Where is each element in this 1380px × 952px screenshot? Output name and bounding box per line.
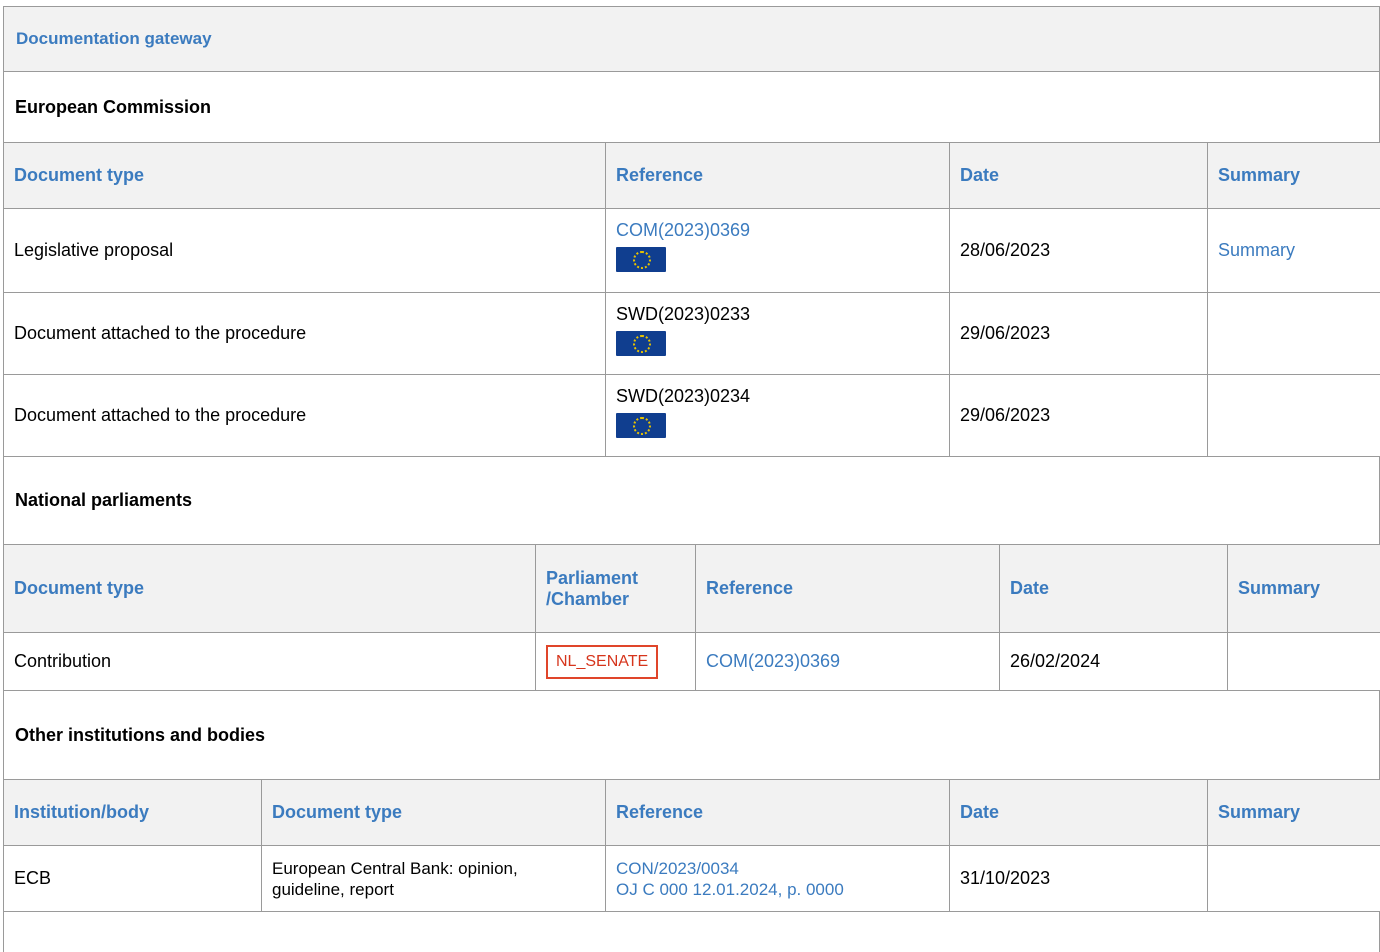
eu-flag-icon[interactable]: [616, 413, 666, 438]
table-row: Document attached to the procedure SWD(2…: [4, 375, 1380, 457]
other-table: Institution/body Document type Reference…: [3, 779, 1380, 912]
reference-cell: SWD(2023)0233: [606, 293, 950, 375]
reference-link[interactable]: CON/2023/0034: [616, 858, 939, 879]
institution: ECB: [4, 846, 262, 912]
commission-table: Document type Reference Date Summary Leg…: [3, 142, 1380, 457]
chamber-badge[interactable]: NL_SENATE: [546, 645, 658, 679]
doc-type: Document attached to the procedure: [4, 293, 606, 375]
col-header: Parliament /Chamber: [536, 545, 696, 633]
col-header: Date: [950, 780, 1208, 846]
date: 26/02/2024: [1000, 633, 1228, 691]
section-title-national: National parliaments: [3, 457, 1380, 544]
reference-text: SWD(2023)0233: [616, 304, 750, 324]
date: 31/10/2023: [950, 846, 1208, 912]
documentation-gateway: Documentation gateway European Commissio…: [3, 6, 1380, 952]
section-title-commission: European Commission: [3, 72, 1380, 142]
col-header: Date: [1000, 545, 1228, 633]
summary-cell: [1208, 293, 1380, 375]
trailing-space: [3, 912, 1380, 952]
col-header: Summary: [1208, 780, 1380, 846]
national-table: Document type Parliament /Chamber Refere…: [3, 544, 1380, 691]
col-header: Summary: [1228, 545, 1380, 633]
date: 28/06/2023: [950, 209, 1208, 293]
col-header: Document type: [4, 143, 606, 209]
eu-flag-icon[interactable]: [616, 331, 666, 356]
date: 29/06/2023: [950, 293, 1208, 375]
summary-cell: [1208, 846, 1380, 912]
col-header: Summary: [1208, 143, 1380, 209]
reference-cell: SWD(2023)0234: [606, 375, 950, 457]
table-header-row: Institution/body Document type Reference…: [4, 780, 1380, 846]
date: 29/06/2023: [950, 375, 1208, 457]
eu-flag-icon[interactable]: [616, 247, 666, 272]
table-header-row: Document type Parliament /Chamber Refere…: [4, 545, 1380, 633]
table-row: Legislative proposal COM(2023)0369 28/06…: [4, 209, 1380, 293]
doc-type: Contribution: [4, 633, 536, 691]
summary-cell: [1228, 633, 1380, 691]
table-row: Contribution NL_SENATE COM(2023)0369 26/…: [4, 633, 1380, 691]
doc-type: Legislative proposal: [4, 209, 606, 293]
col-header: Reference: [696, 545, 1000, 633]
summary-cell: [1208, 375, 1380, 457]
doc-type: Document attached to the procedure: [4, 375, 606, 457]
table-header-row: Document type Reference Date Summary: [4, 143, 1380, 209]
reference-cell: CON/2023/0034 OJ C 000 12.01.2024, p. 00…: [606, 846, 950, 912]
table-row: ECB European Central Bank: opinion, guid…: [4, 846, 1380, 912]
reference-link[interactable]: COM(2023)0369: [706, 651, 840, 671]
col-header: Reference: [606, 780, 950, 846]
table-row: Document attached to the procedure SWD(2…: [4, 293, 1380, 375]
col-header: Date: [950, 143, 1208, 209]
doc-type: European Central Bank: opinion, guidelin…: [262, 846, 606, 912]
col-header: Document type: [262, 780, 606, 846]
gateway-title: Documentation gateway: [3, 6, 1380, 72]
col-header: Institution/body: [4, 780, 262, 846]
section-title-other: Other institutions and bodies: [3, 691, 1380, 779]
reference-cell: COM(2023)0369: [606, 209, 950, 293]
col-header: Reference: [606, 143, 950, 209]
reference-link[interactable]: COM(2023)0369: [616, 220, 750, 240]
col-header: Document type: [4, 545, 536, 633]
oj-reference-link[interactable]: OJ C 000 12.01.2024, p. 0000: [616, 879, 939, 900]
summary-link[interactable]: Summary: [1218, 240, 1295, 260]
reference-text: SWD(2023)0234: [616, 386, 750, 406]
